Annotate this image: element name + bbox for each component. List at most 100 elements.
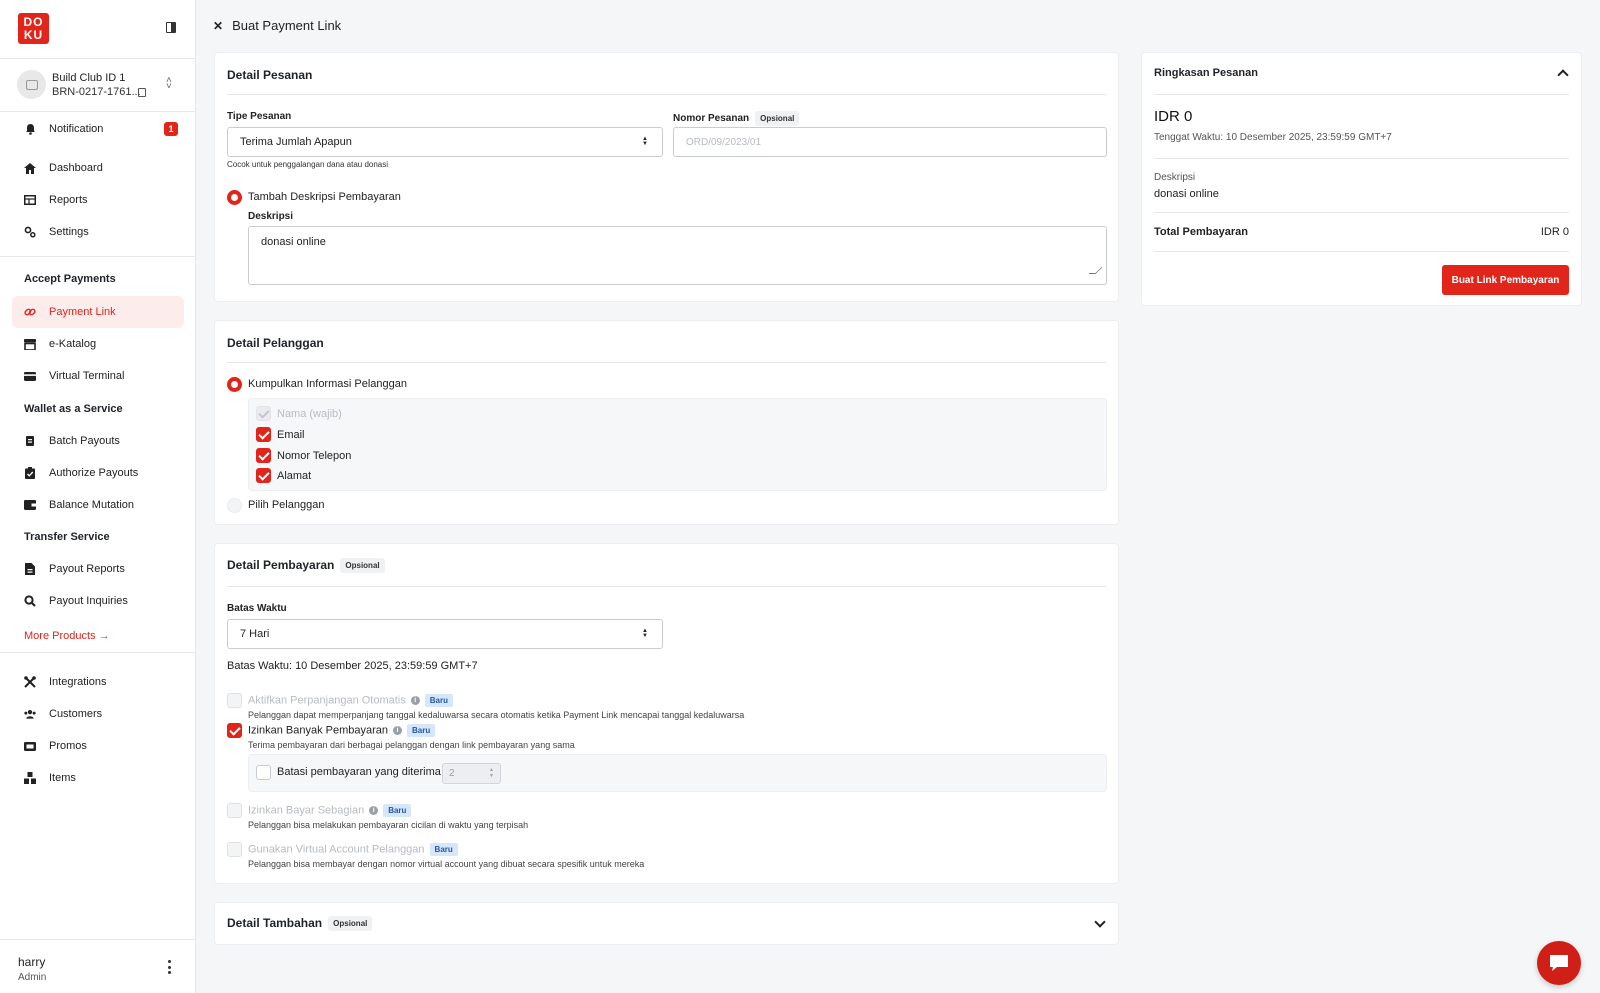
pilih-pelanggan-radio[interactable] xyxy=(227,498,242,513)
card-icon xyxy=(24,370,36,382)
chevron-updown-icon[interactable]: ˄ ˅ xyxy=(166,76,172,92)
divider xyxy=(227,362,1106,363)
chevron-up-icon[interactable] xyxy=(1557,69,1569,81)
banyak-pembayaran-checkbox[interactable] xyxy=(227,723,242,738)
tambah-deskripsi-radio[interactable] xyxy=(227,190,242,205)
divider xyxy=(1154,94,1569,95)
info-icon[interactable]: i xyxy=(410,696,420,705)
bayar-sebagian-desc: Pelanggan bisa melakukan pembayaran cici… xyxy=(248,820,529,830)
sidebar-collapse-icon[interactable] xyxy=(166,22,176,33)
chat-support-button[interactable] xyxy=(1537,941,1581,985)
sidebar-item-integrations[interactable]: Integrations xyxy=(12,666,184,698)
summary-deskripsi-label: Deskripsi xyxy=(1154,172,1196,183)
copy-icon[interactable] xyxy=(138,88,146,97)
store-avatar-icon xyxy=(17,70,46,99)
card-detail-tambahan[interactable]: Detail Tambahan Opsional xyxy=(214,902,1119,945)
sidebar-item-virtual-terminal[interactable]: Virtual Terminal xyxy=(12,360,184,392)
pilih-pelanggan-label: Pilih Pelanggan xyxy=(248,499,325,511)
divider xyxy=(227,586,1106,587)
virtual-account-label: Gunakan Virtual Account Pelanggan Baru xyxy=(248,843,458,856)
kebab-menu-icon[interactable] xyxy=(166,960,172,974)
perpanjangan-otomatis-checkbox[interactable] xyxy=(227,693,242,708)
sidebar-item-payout-inquiries[interactable]: Payout Inquiries xyxy=(12,585,184,617)
chevron-down-icon[interactable] xyxy=(1094,916,1106,928)
info-icon[interactable]: i xyxy=(393,726,403,735)
account-switcher[interactable]: Build Club ID 1 BRN-0217-1761... ˄ ˅ xyxy=(17,70,187,100)
limit-stepper[interactable]: 2 ▲ ▼ xyxy=(442,763,501,784)
nomor-telepon-checkbox[interactable] xyxy=(256,448,271,463)
nomor-pesanan-input[interactable] xyxy=(673,127,1107,157)
sidebar-item-label: Virtual Terminal xyxy=(49,370,125,382)
tambah-deskripsi-label: Tambah Deskripsi Pembayaran xyxy=(248,191,401,203)
sidebar-item-payment-link[interactable]: Payment Link xyxy=(12,296,184,328)
sidebar-item-e-katalog[interactable]: e-Katalog xyxy=(12,328,184,360)
sidebar-item-dashboard[interactable]: Dashboard xyxy=(12,152,184,184)
batas-waktu-label: Batas Waktu xyxy=(227,603,287,614)
nama-checkbox xyxy=(256,406,271,421)
customer-fields-box xyxy=(248,398,1107,491)
batas-waktu-value: 7 Hari xyxy=(240,628,270,640)
email-checkbox[interactable] xyxy=(256,427,271,442)
stepper-arrows-icon[interactable]: ▲ ▼ xyxy=(489,767,494,779)
sidebar-item-reports[interactable]: Reports xyxy=(12,184,184,216)
sidebar-item-label: Balance Mutation xyxy=(49,499,134,511)
sidebar-item-authorize-payouts[interactable]: Authorize Payouts xyxy=(12,457,184,489)
batas-waktu-select[interactable]: 7 Hari ▲ ▼ xyxy=(227,619,663,649)
users-icon xyxy=(24,708,36,720)
sidebar-item-label: Payment Link xyxy=(49,306,116,318)
tipe-pesanan-select[interactable]: Terima Jumlah Apapun ▲ ▼ xyxy=(227,127,663,157)
baru-badge: Baru xyxy=(429,843,458,856)
baru-badge: Baru xyxy=(424,694,453,707)
nama-label: Nama (wajib) xyxy=(277,408,342,420)
card-detail-pelanggan: Detail Pelanggan Kumpulkan Informasi Pel… xyxy=(214,320,1119,525)
batch-icon xyxy=(24,435,36,447)
nomor-telepon-label: Nomor Telepon xyxy=(277,450,352,462)
buat-link-pembayaran-button[interactable]: Buat Link Pembayaran xyxy=(1442,265,1569,295)
sidebar-item-label: Integrations xyxy=(49,676,107,688)
close-icon[interactable]: ✕ xyxy=(213,19,223,33)
sidebar-item-label: e-Katalog xyxy=(49,338,97,350)
opsional-badge: Opsional xyxy=(340,558,385,574)
sidebar-item-notification[interactable]: Notification 1 xyxy=(12,113,184,145)
perpanjangan-otomatis-desc: Pelanggan dapat memperpanjang tanggal ke… xyxy=(248,710,745,720)
link-icon xyxy=(24,306,36,318)
info-icon[interactable]: i xyxy=(369,806,379,815)
doku-logo[interactable]: DO KU xyxy=(18,13,49,44)
baru-badge: Baru xyxy=(383,804,412,817)
select-arrows-icon: ▲ ▼ xyxy=(642,136,648,147)
section-title-wallet: Wallet as a Service xyxy=(24,403,123,415)
sidebar-item-promos[interactable]: Promos xyxy=(12,730,184,762)
divider xyxy=(0,256,196,257)
deskripsi-textarea[interactable]: donasi online xyxy=(248,226,1107,285)
banyak-pembayaran-desc: Terima pembayaran dari berbagai pelangga… xyxy=(248,740,575,750)
sidebar-item-balance-mutation[interactable]: Balance Mutation xyxy=(12,489,184,521)
account-id: BRN-0217-1761... xyxy=(52,86,141,98)
kumpulkan-info-label: Kumpulkan Informasi Pelanggan xyxy=(248,378,407,390)
card-title: Detail Pesanan xyxy=(227,68,313,82)
sidebar-item-settings[interactable]: Settings xyxy=(12,216,184,248)
batasi-pembayaran-checkbox[interactable] xyxy=(256,765,271,780)
more-products-link[interactable]: More Products → xyxy=(24,630,110,642)
virtual-account-checkbox[interactable] xyxy=(227,842,242,857)
sidebar-item-customers[interactable]: Customers xyxy=(12,698,184,730)
kumpulkan-info-radio[interactable] xyxy=(227,377,242,392)
sidebar-item-label: Batch Payouts xyxy=(49,435,120,447)
divider xyxy=(1154,251,1569,252)
sidebar-item-label: Payout Inquiries xyxy=(49,595,128,607)
sidebar-item-items[interactable]: Items xyxy=(12,762,184,794)
select-arrows-icon: ▲ ▼ xyxy=(642,628,648,639)
page-header: ✕ Buat Payment Link xyxy=(213,18,341,33)
summary-amount: IDR 0 xyxy=(1154,108,1193,125)
alamat-checkbox[interactable] xyxy=(256,468,271,483)
sidebar-item-payout-reports[interactable]: Payout Reports xyxy=(12,553,184,585)
search-doc-icon xyxy=(24,595,36,607)
summary-deskripsi-value: donasi online xyxy=(1154,188,1219,200)
opsional-badge: Opsional xyxy=(755,111,800,126)
sidebar-item-batch-payouts[interactable]: Batch Payouts xyxy=(12,425,184,457)
notification-badge: 1 xyxy=(164,122,178,136)
tools-icon xyxy=(24,676,36,688)
bayar-sebagian-checkbox[interactable] xyxy=(227,803,242,818)
perpanjangan-otomatis-label: Aktifkan Perpanjangan Otomatis i Baru xyxy=(248,694,453,707)
alamat-label: Alamat xyxy=(277,470,312,482)
card-ringkasan-pesanan: Ringkasan Pesanan IDR 0 Tenggat Waktu: 1… xyxy=(1141,52,1582,306)
